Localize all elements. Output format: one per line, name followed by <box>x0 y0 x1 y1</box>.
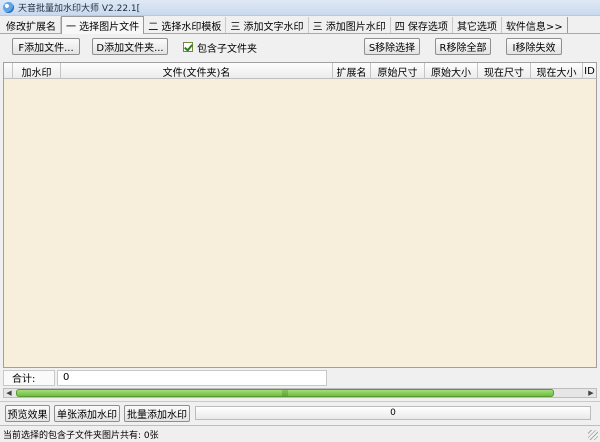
batch-watermark-button[interactable]: 批量添加水印 <box>124 405 190 422</box>
file-grid[interactable]: 加水印 文件(文件夹)名 扩展名 原始尺寸 原始大小 现在尺寸 现在大小 ID <box>3 62 597 368</box>
column-header-filename[interactable]: 文件(文件夹)名 <box>61 63 333 79</box>
tab-select-images[interactable]: 一 选择图片文件 <box>61 16 145 34</box>
tab-strip: 修改扩展名 一 选择图片文件 二 选择水印模板 三 添加文字水印 三 添加图片水… <box>0 16 600 34</box>
resize-grip-icon[interactable] <box>588 430 598 440</box>
tab-select-template[interactable]: 二 选择水印模板 <box>144 17 227 33</box>
status-text: 当前选择的包含子文件夹图片共有: 0张 <box>3 430 159 441</box>
tab-save-options[interactable]: 四 保存选项 <box>391 17 453 33</box>
remove-all-button[interactable]: R移除全部 <box>435 38 491 55</box>
tab-software-info[interactable]: 软件信息>> <box>502 17 568 33</box>
title-bar: 天音批量加水印大师 V2.22.1[ <box>0 0 600 16</box>
column-header-current-dimensions[interactable]: 现在尺寸 <box>478 63 531 79</box>
single-watermark-button[interactable]: 单张添加水印 <box>54 405 120 422</box>
app-icon <box>3 2 14 13</box>
column-header-original-dimensions[interactable]: 原始尺寸 <box>371 63 425 79</box>
grip-icon: ||| <box>281 390 289 397</box>
add-folder-button[interactable]: D添加文件夹... <box>92 38 168 55</box>
scroll-right-icon[interactable]: ▶ <box>586 389 596 397</box>
column-header-indicator <box>4 63 13 79</box>
column-header-extension[interactable]: 扩展名 <box>333 63 371 79</box>
tab-text-watermark[interactable]: 三 添加文字水印 <box>226 17 309 33</box>
divider <box>0 401 600 402</box>
progress-bar: 0 <box>195 406 591 420</box>
column-header-watermark[interactable]: 加水印 <box>13 63 61 79</box>
scrollbar-thumb[interactable]: ||| <box>16 389 554 397</box>
column-header-id[interactable]: ID <box>583 63 596 79</box>
include-subfolders-checkbox[interactable] <box>183 42 193 52</box>
preview-button[interactable]: 预览效果 <box>5 405 50 422</box>
tab-rename-extension[interactable]: 修改扩展名 <box>2 17 61 33</box>
progress-text: 0 <box>390 408 396 418</box>
totals-label: 合计: <box>3 369 55 386</box>
remove-failed-button[interactable]: I移除失效 <box>506 38 562 55</box>
horizontal-scrollbar[interactable]: ◀ ||| ▶ <box>3 388 597 398</box>
scroll-left-icon[interactable]: ◀ <box>4 389 14 397</box>
grid-body[interactable] <box>4 79 596 367</box>
status-bar: 当前选择的包含子文件夹图片共有: 0张 <box>0 425 600 442</box>
include-subfolders-option[interactable]: 包含子文件夹 <box>183 40 257 55</box>
include-subfolders-label: 包含子文件夹 <box>197 43 257 55</box>
remove-selected-button[interactable]: S移除选择 <box>364 38 420 55</box>
add-file-button[interactable]: F添加文件... <box>12 38 80 55</box>
grid-header: 加水印 文件(文件夹)名 扩展名 原始尺寸 原始大小 现在尺寸 现在大小 ID <box>4 63 596 79</box>
window-title: 天音批量加水印大师 V2.22.1[ <box>18 4 141 14</box>
tab-image-watermark[interactable]: 三 添加图片水印 <box>309 17 391 33</box>
totals-value: 0 <box>57 369 327 386</box>
tab-other-options[interactable]: 其它选项 <box>453 17 502 33</box>
totals-bar: 合计: 0 <box>3 369 597 386</box>
column-header-original-size[interactable]: 原始大小 <box>425 63 478 79</box>
column-header-current-size[interactable]: 现在大小 <box>531 63 583 79</box>
